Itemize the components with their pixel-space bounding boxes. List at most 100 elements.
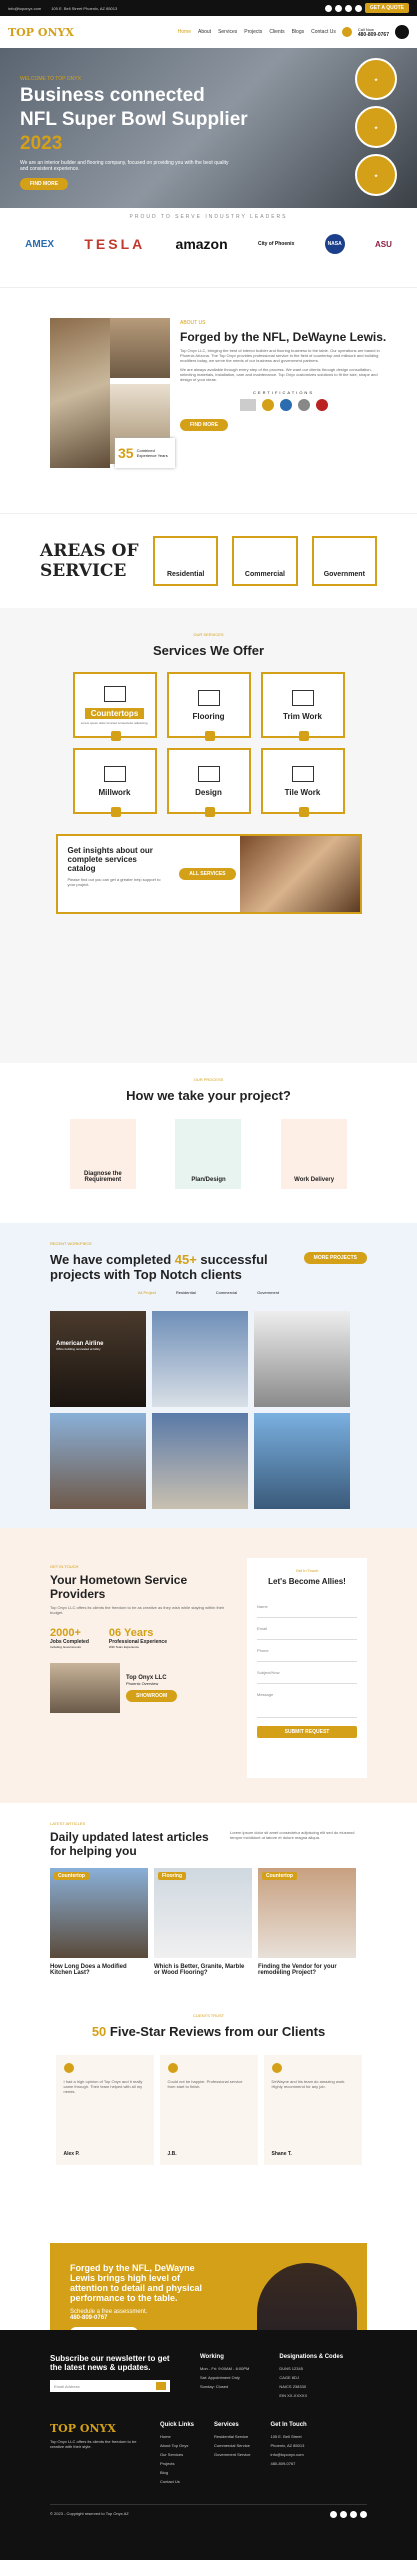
area-residential[interactable]: Residential: [152, 536, 219, 586]
cert-logo: [279, 399, 292, 411]
reviewer-name: Shane T.: [271, 2151, 292, 2157]
name-field[interactable]: Name: [257, 1596, 357, 1618]
reviews-title: 50 Five-Star Reviews from our Clients: [91, 2024, 326, 2039]
project-card[interactable]: American Airline Office building renovate…: [50, 1311, 146, 1407]
facebook-icon[interactable]: [330, 2511, 337, 2518]
blog-card[interactable]: Countertop Finding the Vendor for your re…: [258, 1868, 356, 1976]
get-quote-button[interactable]: GET A QUOTE: [364, 3, 409, 13]
award-badge: ★: [355, 154, 397, 196]
footer-bottom: © 2023 - Copyright reserved to Top Onyx …: [50, 2504, 367, 2518]
service-label: Design: [195, 787, 222, 797]
asu-logo: ASU: [374, 239, 392, 249]
hero-find-more-button[interactable]: FIND MORE: [20, 178, 69, 190]
message-field[interactable]: Message: [257, 1684, 357, 1718]
topbar-email[interactable]: info@toponyx.com: [8, 6, 41, 11]
footer-quick-links: Quick Links Home About Top Onyx Our Service…: [160, 2422, 195, 2484]
service-label: Trim Work: [283, 711, 322, 721]
trim-icon: [291, 689, 314, 706]
nav-contact[interactable]: Contact Us: [311, 29, 336, 35]
tab-all-projects[interactable]: All Project: [138, 1290, 156, 1295]
send-icon[interactable]: [156, 2382, 166, 2390]
tab-commercial[interactable]: Commercial: [216, 1290, 237, 1295]
blog-post-title[interactable]: Finding the Vendor for your remodeling P…: [258, 1964, 356, 1976]
instagram-icon[interactable]: [344, 4, 352, 12]
blog-post-title[interactable]: Which is Better, Granite, Marble or Wood…: [154, 1964, 252, 1976]
service-trim-work[interactable]: Trim Work: [260, 672, 345, 741]
step-label: Plan/Design: [191, 1177, 226, 1183]
nav-about[interactable]: About: [198, 29, 211, 35]
arrow-icon[interactable]: [298, 807, 309, 817]
about-photo: [50, 318, 110, 468]
project-card[interactable]: [152, 1311, 248, 1407]
project-card[interactable]: [152, 1413, 248, 1509]
phone-icon: [341, 27, 352, 37]
phone-field[interactable]: Phone: [257, 1640, 357, 1662]
subject-field[interactable]: Subject/How: [257, 1662, 357, 1684]
process-kicker: OUR PROCESS: [193, 1077, 224, 1082]
tab-residential[interactable]: Residential: [176, 1290, 196, 1295]
showroom-button[interactable]: SHOWROOM: [126, 1689, 178, 1702]
arrow-icon[interactable]: [204, 731, 215, 741]
arrow-icon[interactable]: [204, 807, 215, 817]
contact-form: Get In Touch Let's Become Allies! Name E…: [247, 1558, 367, 1778]
arrow-icon[interactable]: [110, 731, 121, 741]
more-projects-button[interactable]: MORE PROJECTS: [303, 1252, 367, 1264]
email-field[interactable]: Email: [257, 1618, 357, 1640]
hero-section: WELCOME TO TOP ONYX Business connected N…: [0, 48, 417, 208]
project-card[interactable]: [50, 1413, 146, 1509]
newsletter-input[interactable]: Email Address: [50, 2380, 170, 2392]
blog-card[interactable]: Flooring Which is Better, Granite, Marble…: [154, 1868, 252, 1976]
quote-icon: [63, 2063, 74, 2073]
cert-logo: [261, 399, 274, 411]
project-tabs: All Project Residential Commercial Gover…: [50, 1290, 367, 1295]
quote-icon: [167, 2063, 178, 2073]
nav-clients[interactable]: Clients: [269, 29, 284, 35]
main-nav: TOP ONYX Home About Services Projects Cl…: [0, 16, 417, 48]
about-find-more-button[interactable]: FIND MORE: [180, 419, 229, 431]
areas-section: AREAS OF SERVICE Residential Commercial …: [0, 513, 417, 608]
project-card[interactable]: [254, 1413, 350, 1509]
process-step-1: Diagnose the Requirement: [69, 1119, 136, 1189]
linkedin-icon[interactable]: [360, 2511, 367, 2518]
review-card: Could not be happier. Professional servi…: [159, 2055, 258, 2165]
service-design[interactable]: Design: [166, 748, 251, 817]
nav-phone[interactable]: Call Now 480-809-0767: [358, 27, 389, 38]
service-tile-work[interactable]: Tile Work: [260, 748, 345, 817]
flooring-icon: [197, 689, 220, 706]
footer-logo[interactable]: TOP ONYX: [50, 2422, 140, 2435]
phone-number: 480-809-0767: [357, 31, 389, 38]
twitter-icon[interactable]: [340, 2511, 347, 2518]
site-logo[interactable]: TOP ONYX: [8, 26, 74, 39]
service-countertops[interactable]: Countertops Lorem ipsum dolor sit amet co…: [72, 672, 157, 741]
hometown-title: Your Hometown Service Providers: [50, 1573, 188, 1601]
twitter-icon[interactable]: [334, 4, 342, 12]
process-step-3: Work Delivery: [281, 1119, 348, 1189]
sba-logo: [239, 399, 256, 411]
reviewer-name: J.B.: [167, 2151, 177, 2157]
nav-home[interactable]: Home: [178, 29, 191, 35]
area-commercial[interactable]: Commercial: [232, 536, 298, 586]
blog-card[interactable]: Countertop How Long Does a Modified Kitch…: [50, 1868, 148, 1976]
process-section: OUR PROCESS How we take your project? Di…: [0, 1063, 417, 1223]
project-card[interactable]: [254, 1311, 350, 1407]
instagram-icon[interactable]: [350, 2511, 357, 2518]
blog-post-title[interactable]: How Long Does a Modified Kitchen Last?: [50, 1964, 148, 1976]
arrow-icon[interactable]: [110, 807, 121, 817]
service-millwork[interactable]: Millwork: [72, 748, 157, 817]
service-flooring[interactable]: Flooring: [166, 672, 251, 741]
nav-services[interactable]: Services: [218, 29, 237, 35]
area-government[interactable]: Government: [311, 536, 377, 586]
projects-kicker: RECENT WORKPIECE: [50, 1241, 92, 1246]
certifications-title: CERTIFICATIONS: [253, 390, 314, 395]
linkedin-icon[interactable]: [354, 4, 362, 12]
all-services-button[interactable]: ALL SERVICES: [179, 868, 236, 880]
submit-request-button[interactable]: SUBMIT REQUEST: [257, 1726, 357, 1738]
arrow-icon[interactable]: [298, 731, 309, 741]
copyright: © 2023 - Copyright reserved to Top Onyx …: [50, 2511, 129, 2516]
nav-blogs[interactable]: Blogs: [292, 29, 305, 35]
service-label: Countertops: [84, 707, 145, 719]
tab-government[interactable]: Government: [257, 1290, 279, 1295]
nav-projects[interactable]: Projects: [244, 29, 262, 35]
facebook-icon[interactable]: [324, 4, 332, 12]
menu-icon[interactable]: [395, 25, 409, 39]
